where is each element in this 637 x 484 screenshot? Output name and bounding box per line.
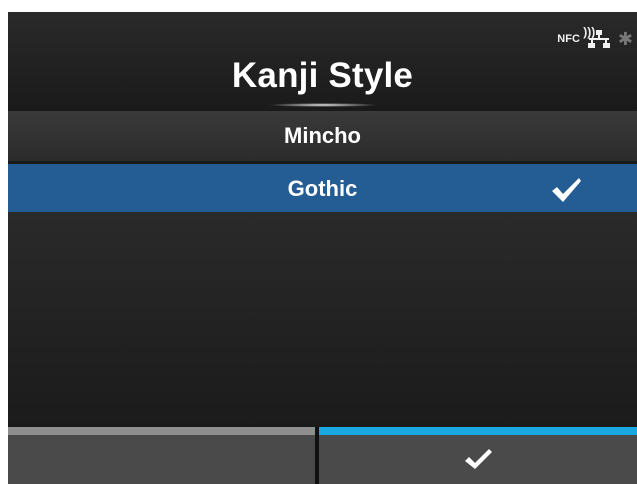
confirm-button[interactable] xyxy=(319,427,637,484)
check-icon xyxy=(465,448,492,469)
option-mincho[interactable]: Mincho xyxy=(8,111,637,164)
option-gothic[interactable]: Gothic xyxy=(8,164,637,217)
title-underline xyxy=(268,103,378,107)
printer-display: Kanji Style NFC))) ✱ Mincho Gothic xyxy=(8,12,637,484)
title-bar: Kanji Style NFC))) ✱ xyxy=(8,12,637,111)
back-button[interactable] xyxy=(8,427,315,484)
nfc-icon: NFC))) xyxy=(557,25,596,45)
option-label: Gothic xyxy=(287,176,358,201)
bluetooth-icon: ✱ xyxy=(617,29,633,49)
empty-list-area xyxy=(8,212,637,427)
check-icon xyxy=(552,178,581,202)
status-icons: NFC))) ✱ xyxy=(557,25,633,49)
option-list: Mincho Gothic xyxy=(8,111,637,217)
option-label: Mincho xyxy=(284,123,361,148)
page-title: Kanji Style xyxy=(231,56,414,95)
